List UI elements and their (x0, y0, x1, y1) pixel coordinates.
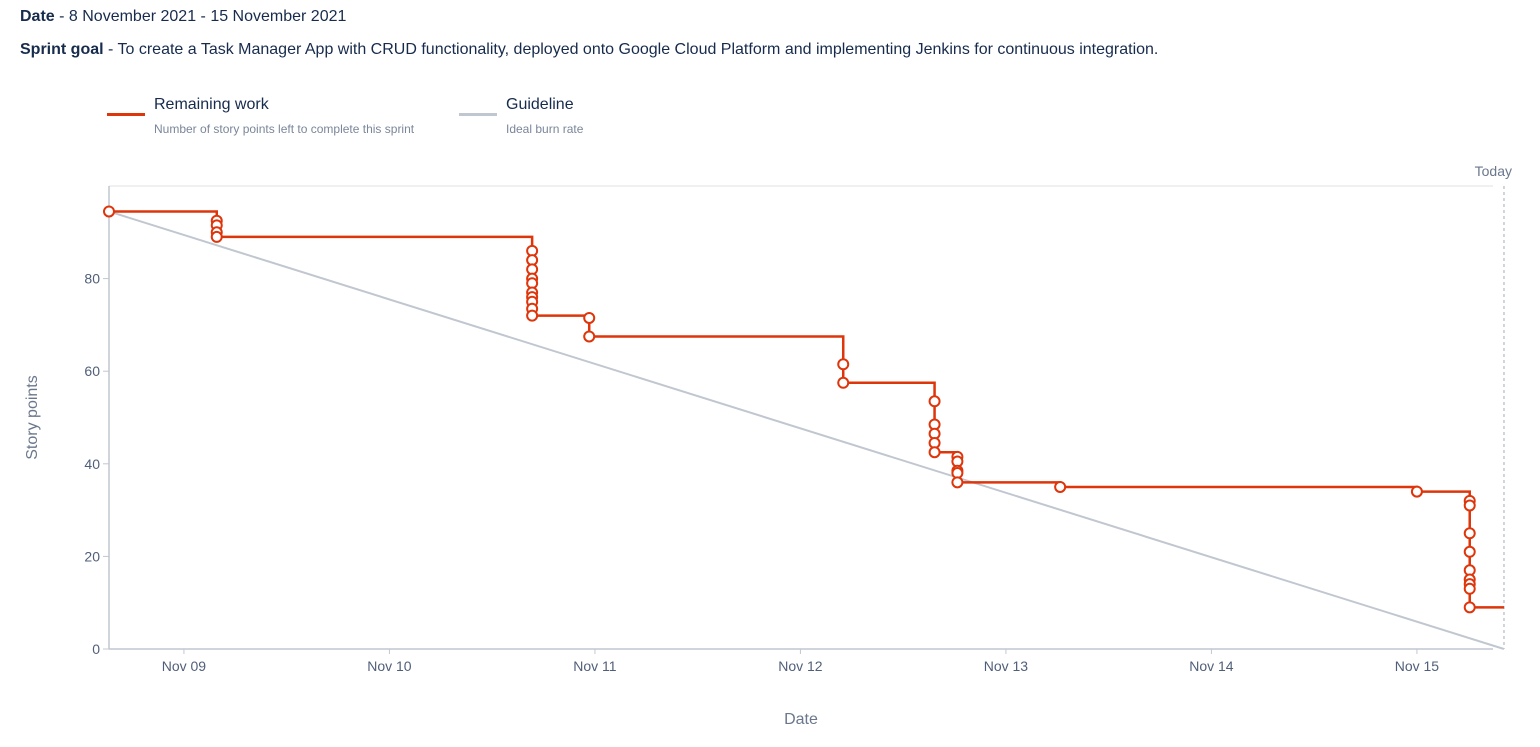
remaining-work-point[interactable] (1463, 527, 1476, 540)
remaining-work-point[interactable] (837, 376, 850, 389)
x-tick-label: Nov 15 (1395, 658, 1440, 674)
guideline-series-line (108, 210, 1505, 650)
y-tick-label: 20 (84, 548, 100, 564)
remaining-work-point[interactable] (1054, 480, 1067, 493)
remaining-work-point[interactable] (1463, 545, 1476, 558)
burndown-chart: 0 20 40 60 80 Nov 09 Nov 10 Nov 11 Nov 12 Nov 13… (24, 163, 1512, 728)
today-label: Today (1475, 163, 1512, 179)
remaining-work-point[interactable] (1463, 499, 1476, 512)
y-tick-label: 80 (84, 271, 100, 287)
x-tick-label: Nov 13 (984, 658, 1029, 674)
remaining-work-point[interactable] (1410, 485, 1423, 498)
remaining-work-point[interactable] (951, 476, 964, 489)
y-axis-title: Story points (24, 375, 41, 459)
remaining-work-point[interactable] (1463, 601, 1476, 614)
x-axis-title: Date (784, 711, 818, 728)
remaining-work-point[interactable] (103, 205, 115, 218)
x-tick-label: Nov 09 (162, 658, 207, 674)
y-tick-label: 60 (84, 363, 100, 379)
x-tick-label: Nov 14 (1189, 658, 1234, 674)
remaining-work-point[interactable] (928, 446, 941, 459)
x-tick-label: Nov 10 (367, 658, 412, 674)
x-tick-label: Nov 12 (778, 658, 823, 674)
remaining-work-point[interactable] (210, 230, 223, 243)
remaining-work-point[interactable] (1463, 582, 1476, 595)
remaining-work-series-line (109, 210, 1504, 609)
remaining-work-point[interactable] (583, 311, 596, 324)
remaining-work-point[interactable] (526, 309, 539, 322)
y-tick-label: 0 (92, 641, 100, 657)
remaining-work-point[interactable] (837, 358, 850, 371)
x-tick-label: Nov 11 (573, 658, 617, 674)
remaining-work-point[interactable] (928, 395, 941, 408)
remaining-work-point[interactable] (583, 330, 596, 343)
y-tick-label: 40 (84, 456, 100, 472)
